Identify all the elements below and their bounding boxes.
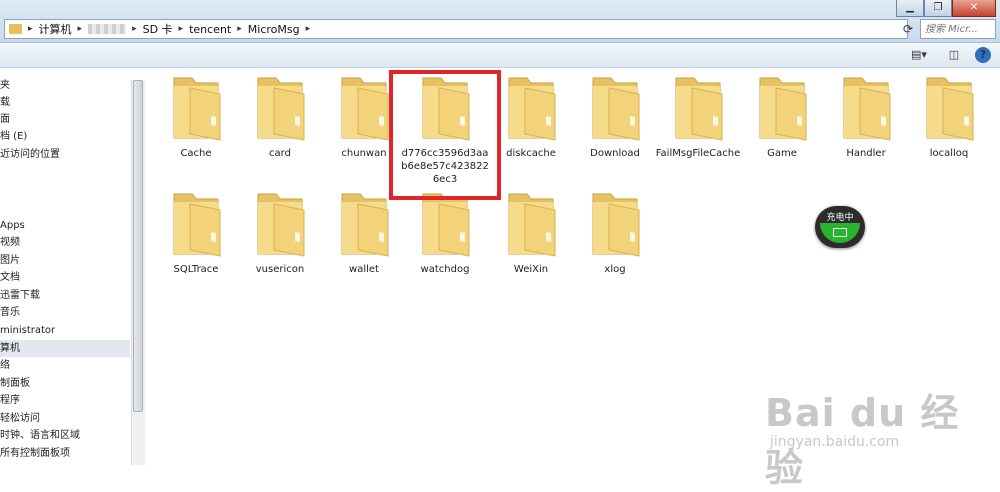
nav-item[interactable]: 络 — [0, 357, 130, 374]
nav-item[interactable]: 图片 — [0, 252, 130, 269]
nav-item[interactable]: 轻松访问 — [0, 410, 130, 427]
folder-item[interactable]: Download — [571, 72, 659, 160]
folder-icon — [173, 193, 221, 257]
breadcrumb-micromsg[interactable]: MicroMsg — [248, 23, 300, 36]
folder-label: Handler — [846, 148, 886, 159]
nav-scrollbar[interactable] — [131, 80, 145, 465]
redacted-device-name — [88, 24, 127, 34]
nav-item[interactable]: Apps — [0, 217, 130, 234]
folder-icon — [341, 77, 389, 141]
folder-icon — [843, 77, 891, 141]
folder-icon — [759, 77, 807, 141]
folder-label: xlog — [604, 264, 626, 275]
folder-item[interactable]: localloq — [905, 72, 993, 160]
nav-item[interactable]: 程序 — [0, 392, 130, 409]
folder-item[interactable]: watchdog — [401, 188, 489, 276]
chevron-right-icon[interactable]: ▸ — [179, 24, 184, 34]
scrollbar-thumb[interactable] — [133, 80, 143, 412]
watermark: Bai du 经验 jingyan.baidu.com — [765, 382, 995, 490]
nav-item[interactable]: 视频 — [0, 234, 130, 251]
nav-item[interactable]: 近访问的位置 — [0, 146, 130, 163]
folder-label: SQLTrace — [173, 264, 219, 275]
folder-label: WeiXin — [513, 264, 549, 275]
nav-item[interactable]: 载 — [0, 94, 130, 111]
folder-label: Cache — [180, 148, 212, 159]
folder-icon — [508, 77, 556, 141]
breadcrumb-computer[interactable]: 计算机 — [39, 21, 72, 37]
command-bar: ▤▾ ◫ ? — [0, 43, 1000, 68]
navigation-pane: 夹 载 面 档 (E) 近访问的位置 Apps 视频 图片 文档 迅雷下载 音乐… — [0, 68, 130, 465]
folder-item[interactable]: Cache — [152, 72, 240, 160]
window-controls: ▁ ❐ ✕ — [896, 0, 996, 17]
nav-item[interactable]: 时钟、语言和区域 — [0, 427, 130, 444]
preview-pane-icon[interactable]: ◫ — [946, 47, 962, 63]
nav-item[interactable]: 制面板 — [0, 375, 130, 392]
folder-item[interactable]: SQLTrace — [152, 188, 240, 276]
folder-icon — [9, 24, 22, 34]
folder-label: localloq — [929, 148, 969, 159]
folder-icon — [341, 193, 389, 257]
watermark-url: jingyan.baidu.com — [770, 434, 900, 450]
folder-item[interactable]: FailMsgFileCache — [654, 72, 742, 160]
view-options-icon[interactable]: ▤▾ — [905, 47, 933, 63]
folder-item[interactable]: wallet — [320, 188, 408, 276]
folder-label: watchdog — [420, 264, 470, 275]
close-button[interactable]: ✕ — [952, 0, 996, 17]
highlight-box — [389, 70, 501, 200]
folder-item[interactable]: Handler — [822, 72, 910, 160]
search-input[interactable] — [920, 19, 996, 39]
maximize-button[interactable]: ❐ — [924, 0, 952, 17]
nav-item[interactable]: 文档 — [0, 269, 130, 286]
breadcrumb-sd-card[interactable]: SD 卡 — [143, 21, 173, 37]
chevron-right-icon[interactable]: ▸ — [132, 24, 137, 34]
folder-icon — [257, 77, 305, 141]
folder-item[interactable]: xlog — [571, 188, 659, 276]
folder-item[interactable]: card — [236, 72, 324, 160]
folder-item[interactable]: vusericon — [236, 188, 324, 276]
nav-item[interactable]: 迅雷下载 — [0, 287, 130, 304]
folder-icon — [257, 193, 305, 257]
folder-label: FailMsgFileCache — [655, 148, 741, 159]
chevron-right-icon[interactable]: ▸ — [306, 24, 311, 34]
breadcrumb-tencent[interactable]: tencent — [189, 23, 231, 36]
folder-icon — [592, 193, 640, 257]
charging-badge[interactable]: 充电中 — [815, 206, 865, 248]
nav-item[interactable]: ministrator — [0, 322, 130, 339]
folder-item[interactable]: Game — [738, 72, 826, 160]
folder-icon — [508, 193, 556, 257]
minimize-button[interactable]: ▁ — [896, 0, 924, 17]
folder-icon — [675, 77, 723, 141]
chevron-right-icon[interactable]: ▸ — [28, 24, 33, 34]
folder-icon — [173, 77, 221, 141]
chevron-right-icon[interactable]: ▸ — [237, 24, 242, 34]
address-bar[interactable]: ▸ 计算机 ▸ ▸ SD 卡 ▸ tencent ▸ MicroMsg ▸ — [4, 19, 908, 39]
chevron-right-icon[interactable]: ▸ — [78, 24, 83, 34]
nav-item[interactable]: 夹 — [0, 77, 130, 94]
folder-label: wallet — [349, 264, 379, 275]
folder-label: card — [269, 148, 291, 159]
folder-label: Game — [767, 148, 797, 159]
nav-item[interactable]: 档 (E) — [0, 128, 130, 145]
folder-item[interactable]: WeiXin — [487, 188, 575, 276]
nav-item[interactable]: 面 — [0, 111, 130, 128]
nav-item-selected[interactable]: 算机 — [0, 340, 130, 357]
folder-icon — [592, 77, 640, 141]
folder-label: vusericon — [255, 264, 305, 275]
refresh-icon[interactable]: ⟳ — [900, 20, 916, 38]
charging-label: 充电中 — [826, 213, 854, 223]
title-bar: ▁ ❐ ✕ ▸ 计算机 ▸ ▸ SD 卡 ▸ tencent ▸ MicroMs… — [0, 0, 1000, 43]
nav-item[interactable]: 所有控制面板项 — [0, 445, 130, 462]
nav-item[interactable]: 音乐 — [0, 304, 130, 321]
folder-label: Download — [590, 148, 640, 159]
folder-icon — [926, 77, 974, 141]
battery-icon — [833, 228, 847, 237]
help-icon[interactable]: ? — [975, 47, 991, 63]
